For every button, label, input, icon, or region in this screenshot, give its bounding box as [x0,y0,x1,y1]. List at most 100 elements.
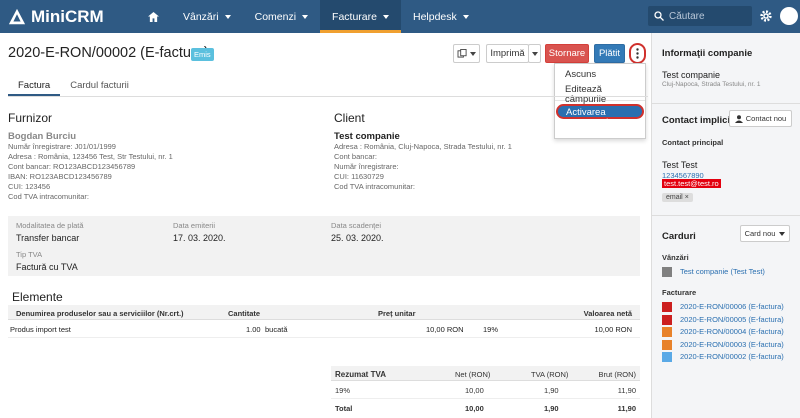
right-sidebar: Informaţii companie Test companie Cluj-N… [651,33,800,418]
due-date: Data scadenţei 25. 03. 2020. [331,221,384,243]
supplier-heading: Furnizor [8,111,53,125]
contact-name: Test Test [662,160,698,170]
nav-item-sales[interactable]: Vânzări [171,0,243,33]
status-badge: Emis [191,48,214,61]
print-dropdown-button[interactable] [528,44,541,63]
more-vertical-icon [636,48,639,59]
supplier-line: Număr înregistrare: J01/01/1999 [8,142,116,151]
nav-home[interactable] [136,0,171,33]
home-icon [148,11,159,22]
invoice-card-item[interactable]: 2020-E-RON/00006 (E-factura) [662,302,784,315]
storno-button[interactable]: Stornare [545,44,589,63]
status-square [662,267,672,278]
logo-icon [8,8,26,24]
gear-icon[interactable] [759,9,773,23]
client-line: CUI: 11630729 [334,172,384,181]
status-square [662,339,672,350]
nav-item-helpdesk[interactable]: Helpdesk [401,0,481,33]
client-name: Test companie [334,131,400,142]
paid-button[interactable]: Plătit [594,44,625,63]
client-line: Adresa : România, Cluj-Napoca, Strada Te… [334,142,512,151]
app-name: MiniCRM [31,6,104,26]
sales-label: Vânzări [662,253,689,262]
supplier-section: Furnizor Bogdan Burciu Număr înregistrar… [8,111,308,202]
chevron-down-icon [382,14,389,19]
tab-invoice[interactable]: Factura [8,77,61,96]
invoice-card-item[interactable]: 2020-E-RON/00004 (E-factura) [662,327,784,340]
supplier-name: Bogdan Burciu [8,131,77,142]
table-row: Produs import test 1.00 bucată 10,00 RON… [8,322,640,338]
status-square [662,352,672,363]
cards-heading: Carduri [662,231,696,242]
chevron-down-icon [779,231,786,236]
table-row: 19% 10,00 1,90 11,90 [331,381,640,399]
nav-item-orders[interactable]: Comenzi [243,0,320,33]
status-square [662,314,672,325]
client-heading: Client [334,111,365,125]
chevron-down-icon [462,14,469,19]
contact-email[interactable]: test.test@test.ro [662,179,721,188]
user-icon [734,114,743,123]
supplier-line: Cont bancar: RO123ABCD123456789 [8,162,136,171]
invoice-card-label: 2020-E-RON/00006 (E-factura) [680,302,784,311]
tab-invoice-card[interactable]: Cardul facturii [60,77,139,96]
payment-method: Modalitatea de plată Transfer bancar [16,221,84,243]
issue-date: Data emiterii 17. 03. 2020. [173,221,226,243]
supplier-line: Cod TVA intracomunitar: [8,192,90,201]
top-navbar: MiniCRM Vânzări Comenzi Facturare Helpde… [0,0,800,33]
client-line: Număr înregistrare: [334,162,399,171]
contact-subheading: Contact principal [662,138,724,147]
copy-icon [457,49,467,58]
vat-type: Tip TVA Factură cu TVA [16,250,78,272]
status-square [662,302,672,313]
app-logo[interactable]: MiniCRM [8,7,128,27]
main-nav: Vânzări Comenzi Facturare Helpdesk [136,0,481,33]
invoice-card-label: 2020-E-RON/00004 (E-factura) [680,327,784,336]
supplier-line: IBAN: RO123ABCD123456789 [8,172,112,181]
invoice-card-item[interactable]: 2020-E-RON/00005 (E-factura) [662,315,784,328]
billing-label: Facturare [662,288,697,297]
supplier-line: CUI: 123456 [8,182,51,191]
client-line: Cod TVA intracomunitar: [334,182,416,191]
nav-item-billing[interactable]: Facturare [320,0,401,33]
chevron-down-icon [302,14,309,19]
new-contact-button[interactable]: Contact nou [729,110,792,127]
print-button[interactable]: Imprimă [486,44,529,63]
chevron-down-icon [531,51,538,56]
invoice-card-label: 2020-E-RON/00002 (E-factura) [680,352,784,361]
search-input[interactable]: Căutare [648,6,752,26]
client-line: Cont bancar: [334,152,377,161]
items-table-header: Denumirea produselor sau a serviciilor (… [8,305,640,320]
search-icon [654,11,664,21]
invoice-card-item[interactable]: 2020-E-RON/00002 (E-factura) [662,352,784,365]
more-options-button[interactable] [629,43,646,64]
copy-button[interactable] [453,44,480,63]
chevron-down-icon [470,51,476,56]
status-square [662,327,672,338]
main-content: 2020-E-RON/00002 (E-factura) Emis Imprim… [0,33,651,418]
divider [652,215,800,216]
chevron-down-icon [224,14,231,19]
sales-card[interactable]: Test companie (Test Test) [662,267,765,278]
invoice-card-label: 2020-E-RON/00003 (E-factura) [680,339,784,349]
invoice-details-box: Modalitatea de plată Transfer bancar Dat… [8,216,640,276]
table-row: Total 10,00 1,90 11,90 [335,404,636,413]
divider [652,103,800,104]
invoice-card-label: 2020-E-RON/00005 (E-factura) [680,314,784,324]
vat-summary-header: Rezumat TVA Net (RON) TVA (RON) Brut (RO… [331,366,640,381]
vat-summary-table: Rezumat TVA Net (RON) TVA (RON) Brut (RO… [331,366,640,417]
company-name: Test companie [662,70,721,80]
invoice-card-item[interactable]: 2020-E-RON/00003 (E-factura) [662,340,784,353]
page-title: 2020-E-RON/00002 (E-factura) [8,45,209,61]
supplier-line: Adresa : România, 123456 Test, Str Testu… [8,152,173,161]
new-card-button[interactable]: Card nou [740,225,790,242]
company-info-heading: Informaţii companie [662,48,753,59]
close-icon[interactable]: × [685,194,689,201]
client-section: Client Test companie Adresa : România, C… [334,111,634,192]
company-address: Cluj-Napoca, Strada Testului, nr. 1 [662,81,761,88]
avatar[interactable] [780,7,798,25]
default-contact-heading: Contact implicit [662,115,734,126]
email-tag: email × [662,193,693,202]
invoice-card-list: 2020-E-RON/00006 (E-factura) 2020-E-RON/0… [662,302,784,365]
items-heading: Elemente [12,290,63,304]
